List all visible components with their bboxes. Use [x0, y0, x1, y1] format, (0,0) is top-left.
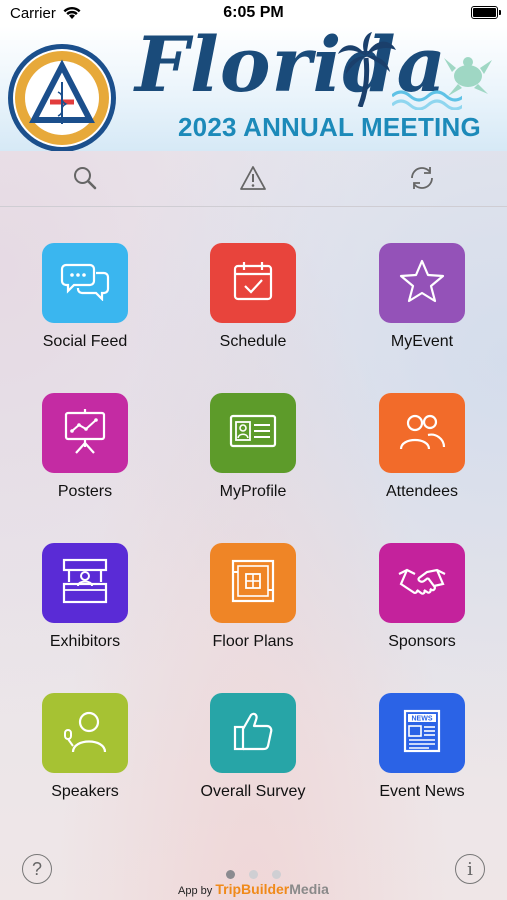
tile-sponsors[interactable]: Sponsors: [347, 543, 497, 663]
event-banner: Florida 2023 ANNUAL MEETING: [0, 26, 507, 151]
tile-overall-survey[interactable]: Overall Survey: [178, 693, 328, 813]
banner-subtitle: 2023 ANNUAL MEETING: [178, 112, 481, 142]
tile-label: Floor Plans: [212, 633, 294, 650]
search-icon[interactable]: [70, 163, 100, 193]
sea-turtle-icon: [440, 54, 496, 103]
tile-label: Overall Survey: [200, 783, 306, 800]
toolbar: [0, 151, 507, 207]
tile-icon-bg: [379, 243, 465, 323]
svg-text:NEWS: NEWS: [412, 715, 433, 722]
clock: 6:05 PM: [223, 4, 284, 21]
tile-floor-plans[interactable]: Floor Plans: [178, 543, 328, 663]
tile-label: Sponsors: [388, 633, 456, 650]
tile-label: Attendees: [385, 483, 459, 500]
tile-label: Speakers: [51, 783, 119, 800]
tile-label: Posters: [57, 483, 113, 500]
page-dot-1[interactable]: [225, 870, 235, 879]
app-credit: App by TripBuilderMedia: [0, 881, 507, 897]
tile-icon-bg: [210, 543, 296, 623]
newspaper-icon: NEWS: [399, 708, 445, 759]
chat-bubbles-icon: [60, 261, 110, 306]
page-dot-3[interactable]: [272, 870, 282, 879]
tile-icon-bg: [210, 393, 296, 473]
info-icon[interactable]: i: [455, 854, 485, 884]
tile-myevent[interactable]: MyEvent: [347, 243, 497, 363]
tile-speakers[interactable]: Speakers: [10, 693, 160, 813]
tile-icon-bg: [42, 243, 128, 323]
tile-icon-bg: NEWS: [379, 693, 465, 773]
tile-social-feed[interactable]: Social Feed: [10, 243, 160, 363]
booth-icon: [61, 558, 109, 609]
tile-label: Exhibitors: [49, 633, 121, 650]
tile-icon-bg: [379, 543, 465, 623]
credit-brand-tripbuilder: TripBuilder: [215, 881, 290, 897]
star-icon: [399, 259, 445, 308]
credit-brand-media: Media: [289, 881, 329, 897]
palm-tree-icon: [338, 32, 398, 112]
status-bar: Carrier 6:05 PM: [0, 0, 507, 26]
speaker-icon: [61, 708, 109, 759]
tile-label: Social Feed: [42, 333, 128, 350]
battery-icon: [471, 6, 501, 19]
handshake-icon: [397, 564, 447, 603]
tile-label: MyProfile: [219, 483, 287, 500]
academy-seal-icon: [6, 42, 118, 151]
tile-schedule[interactable]: Schedule: [178, 243, 328, 363]
tile-myprofile[interactable]: MyProfile: [178, 393, 328, 513]
tile-icon-bg: [42, 693, 128, 773]
tile-icon-bg: [42, 393, 128, 473]
calendar-check-icon: [231, 259, 275, 308]
tile-label: MyEvent: [390, 333, 454, 350]
tile-attendees[interactable]: Attendees: [347, 393, 497, 513]
tile-icon-bg: [210, 693, 296, 773]
tile-icon-bg: [210, 243, 296, 323]
tile-label: Schedule: [219, 333, 287, 350]
floor-plan-icon: [230, 558, 276, 609]
credit-prefix: App by: [178, 885, 213, 897]
page-dot-2[interactable]: [249, 870, 258, 879]
id-card-icon: [229, 414, 277, 453]
people-icon: [398, 411, 446, 456]
tile-event-news[interactable]: NEWS Event News: [347, 693, 497, 813]
tile-label: Event News: [379, 783, 465, 800]
tile-exhibitors[interactable]: Exhibitors: [10, 543, 160, 663]
thumbs-up-icon: [231, 709, 275, 758]
tile-posters[interactable]: Posters: [10, 393, 160, 513]
refresh-icon[interactable]: [407, 163, 437, 193]
tile-icon-bg: [42, 543, 128, 623]
presentation-board-icon: [62, 407, 108, 460]
alert-icon[interactable]: [238, 163, 268, 193]
tile-icon-bg: [379, 393, 465, 473]
